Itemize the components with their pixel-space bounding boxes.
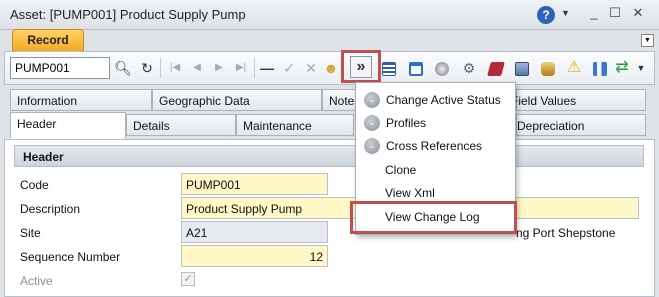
previous-record-icon[interactable]: ◀	[186, 57, 208, 79]
first-record-icon[interactable]: |◀	[164, 57, 186, 79]
tab-information[interactable]: Information	[10, 89, 152, 111]
tab-geographic-data[interactable]: Geographic Data	[152, 89, 322, 111]
menu-item-label: Change Active Status	[386, 93, 501, 107]
sequence-number-field[interactable]: 12	[181, 245, 328, 267]
help-dropdown-icon[interactable]: ▼	[561, 8, 570, 18]
code-label: Code	[20, 178, 49, 192]
help-icon[interactable]: ?	[537, 6, 555, 24]
active-label: Active	[20, 274, 53, 288]
export-icon[interactable]	[511, 57, 533, 79]
menu-item-profiles[interactable]: ⌄ Profiles	[358, 112, 513, 134]
settings-gear-icon[interactable]: ⚙	[458, 57, 480, 79]
view-change-log-highlight	[350, 201, 517, 234]
site-field[interactable]: A21	[181, 221, 328, 243]
window-title: Asset: [PUMP001] Product Supply Pump	[10, 7, 246, 22]
chevron-down-icon: ⌄	[364, 115, 380, 131]
menu-item-change-active-status[interactable]: ⌄ Change Active Status	[358, 89, 513, 111]
tab-field-values[interactable]: Field Values	[511, 89, 646, 111]
record-tab[interactable]: Record	[12, 29, 84, 51]
tab-details[interactable]: Details	[126, 114, 236, 136]
toolbar-separator	[254, 58, 255, 78]
delete-icon[interactable]: —	[256, 57, 278, 79]
maintenance-tools-icon[interactable]	[485, 57, 507, 79]
site-name-text: ng Port Shepstone	[516, 226, 616, 240]
record-search-input[interactable]	[10, 57, 110, 79]
active-checkbox[interactable]: ✓	[181, 272, 195, 286]
database-icon[interactable]	[537, 57, 559, 79]
tab-header[interactable]: Header	[10, 112, 126, 139]
close-button[interactable]: ✕	[629, 4, 647, 22]
users-icon[interactable]: ☻	[320, 57, 342, 79]
description-label: Description	[20, 202, 81, 216]
menu-item-label: Cross References	[386, 139, 483, 153]
search-icon[interactable]: 🔍︎	[112, 57, 134, 79]
maximize-button[interactable]: ☐	[606, 4, 624, 22]
toolbar-separator	[160, 58, 161, 78]
chevron-down-icon: ⌄	[364, 138, 380, 154]
tab-maintenance[interactable]: Maintenance	[236, 114, 354, 136]
last-record-icon[interactable]: ▶|	[230, 57, 252, 79]
chevron-down-icon: ⌄	[364, 92, 380, 108]
toolbar-overflow-icon[interactable]: ▼	[630, 57, 652, 79]
warning-icon[interactable]: ⚠	[563, 57, 585, 79]
window-icon[interactable]	[405, 57, 427, 79]
tab-depreciation-label: Depreciation	[517, 119, 585, 133]
menu-item-cross-references[interactable]: ⌄ Cross References	[358, 135, 513, 157]
tab-depreciation[interactable]: Depreciation	[516, 114, 646, 136]
save-icon[interactable]: ✓	[278, 57, 300, 79]
site-label: Site	[20, 226, 41, 240]
code-field[interactable]: PUMP001	[181, 173, 328, 195]
menu-item-label: Clone	[385, 163, 417, 177]
next-record-icon[interactable]: ▶	[208, 57, 230, 79]
refresh-icon[interactable]: ↻	[136, 57, 158, 79]
record-info-icon[interactable]	[431, 57, 453, 79]
tab-field-values-label: Field Values	[511, 94, 577, 108]
sequence-number-label: Sequence Number	[20, 250, 121, 264]
list-view-icon[interactable]	[378, 57, 400, 79]
hierarchy-icon[interactable]	[589, 57, 611, 79]
more-actions-button[interactable]: »	[350, 56, 372, 78]
minimize-button[interactable]: _	[585, 4, 603, 22]
menu-item-label: Profiles	[386, 116, 427, 130]
collapse-toolbar-icon[interactable]: ▼	[641, 34, 654, 47]
section-title: Header	[14, 145, 644, 167]
menu-item-clone[interactable]: Clone	[358, 159, 513, 181]
cancel-icon[interactable]: ✕	[300, 57, 322, 79]
